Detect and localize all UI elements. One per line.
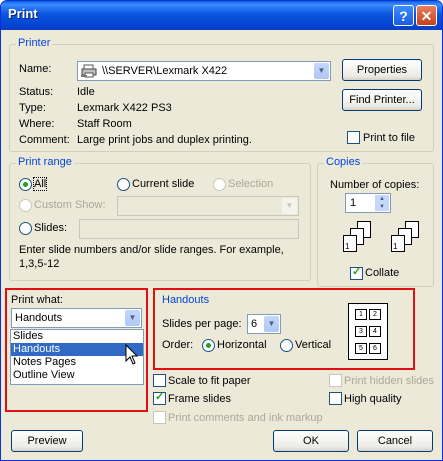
range-hint: Enter slide numbers and/or slide ranges.… [19, 244, 284, 256]
horizontal-radio[interactable] [202, 339, 215, 352]
collate-label: Collate [365, 267, 400, 279]
copies-legend: Copies [324, 156, 363, 168]
window-title: Print [8, 6, 38, 21]
custom-show-label: Custom Show: [34, 199, 106, 211]
print-what-label: Print what: [11, 294, 63, 306]
vertical-radio[interactable] [280, 339, 293, 352]
comment-value: Large print jobs and duplex printing. [77, 134, 252, 146]
spin-up-icon[interactable]: ▲ [375, 195, 389, 203]
preview-cell: 5 [355, 343, 367, 354]
frame-slides-checkbox[interactable] [153, 390, 166, 405]
preview-button[interactable]: Preview [11, 430, 83, 452]
help-button[interactable]: ? [393, 5, 414, 26]
print-dialog: Print ? ✕ Printer Name: \\SERVER\Lexmark… [0, 0, 443, 461]
slides-per-page-value: 6 [251, 318, 258, 330]
slides-radio[interactable] [19, 222, 32, 235]
scale-to-fit-label: Scale to fit paper [168, 375, 251, 387]
list-item[interactable]: Notes Pages [11, 356, 143, 369]
custom-show-combo: ▼ [117, 196, 299, 216]
print-range-legend: Print range [16, 156, 74, 168]
collate-illustration: 3 2 1 3 2 1 [331, 221, 427, 261]
list-item[interactable]: Outline View [11, 369, 143, 382]
vertical-label: Vertical [295, 339, 332, 351]
slides-per-page-combo[interactable]: 6 ▼ [247, 314, 281, 334]
type-label: Type: [19, 102, 46, 114]
preview-cell: 2 [369, 309, 381, 320]
copies-spinner[interactable]: 1 ▲ ▼ [345, 193, 391, 213]
print-what-selected: Handouts [15, 312, 63, 324]
print-what-combo[interactable]: Handouts ▼ [11, 308, 142, 328]
all-label: All [32, 177, 48, 191]
order-label: Order: [162, 339, 194, 351]
range-hint-example: 1,3,5-12 [19, 258, 60, 270]
all-radio[interactable] [19, 178, 32, 191]
find-printer-button[interactable]: Find Printer... [342, 89, 422, 111]
chevron-down-icon[interactable]: ▼ [314, 63, 329, 79]
slides-per-page-label: Slides per page: [162, 318, 242, 330]
print-to-file-label: Print to file [363, 132, 415, 144]
mouse-cursor-icon [125, 344, 139, 365]
where-value: Staff Room [77, 118, 132, 130]
high-quality-checkbox[interactable] [329, 392, 342, 405]
custom-show-radio [19, 199, 32, 212]
where-label: Where: [19, 118, 55, 130]
collate-checkbox[interactable] [350, 265, 363, 280]
current-slide-radio[interactable] [117, 178, 130, 191]
handout-layout-preview: 1 2 3 4 5 6 [348, 303, 388, 360]
spin-down-icon[interactable]: ▼ [375, 203, 389, 211]
chevron-down-icon[interactable]: ▼ [125, 310, 140, 326]
print-hidden-label: Print hidden slides [344, 375, 434, 387]
status-value: Idle [77, 86, 95, 98]
print-to-file-checkbox[interactable] [347, 131, 360, 144]
printer-icon [81, 64, 97, 78]
ok-button[interactable]: OK [273, 430, 349, 452]
cancel-button[interactable]: Cancel [357, 430, 433, 452]
comment-label: Comment: [19, 134, 70, 146]
printer-name-value: \\SERVER\Lexmark X422 [102, 65, 228, 77]
name-label: Name: [19, 63, 52, 75]
preview-cell: 4 [369, 326, 381, 337]
high-quality-label: High quality [344, 393, 402, 405]
number-of-copies-label: Number of copies: [330, 179, 420, 191]
print-hidden-checkbox [329, 374, 342, 387]
list-item[interactable]: Slides [11, 330, 143, 343]
current-slide-label: Current slide [132, 178, 195, 190]
horizontal-label: Horizontal [217, 339, 267, 351]
slides-input[interactable] [79, 219, 299, 239]
preview-cell: 3 [355, 326, 367, 337]
print-comments-label: Print comments and ink markup [168, 412, 323, 424]
preview-cell: 6 [369, 343, 381, 354]
slides-label: Slides: [34, 222, 68, 234]
print-what-dropdown-list: Slides Handouts Notes Pages Outline View [10, 329, 144, 385]
chevron-down-icon[interactable]: ▼ [264, 316, 279, 332]
preview-cell: 1 [355, 309, 367, 320]
status-label: Status: [19, 86, 54, 98]
chevron-down-icon: ▼ [282, 198, 297, 214]
properties-button[interactable]: Properties [342, 59, 422, 81]
printer-name-combo[interactable]: \\SERVER\Lexmark X422 ▼ [77, 61, 331, 81]
frame-slides-label: Frame slides [168, 393, 231, 405]
selection-radio [213, 178, 226, 191]
copies-value: 1 [350, 197, 357, 209]
close-button[interactable]: ✕ [416, 5, 437, 26]
scale-to-fit-checkbox[interactable] [153, 374, 166, 387]
list-item[interactable]: Handouts [11, 343, 143, 356]
selection-label: Selection [228, 178, 274, 190]
handouts-legend: Handouts [160, 294, 212, 306]
type-value: Lexmark X422 PS3 [77, 102, 172, 114]
printer-legend: Printer [16, 37, 53, 49]
print-comments-checkbox [153, 411, 166, 424]
title-bar: Print ? ✕ [1, 1, 442, 30]
